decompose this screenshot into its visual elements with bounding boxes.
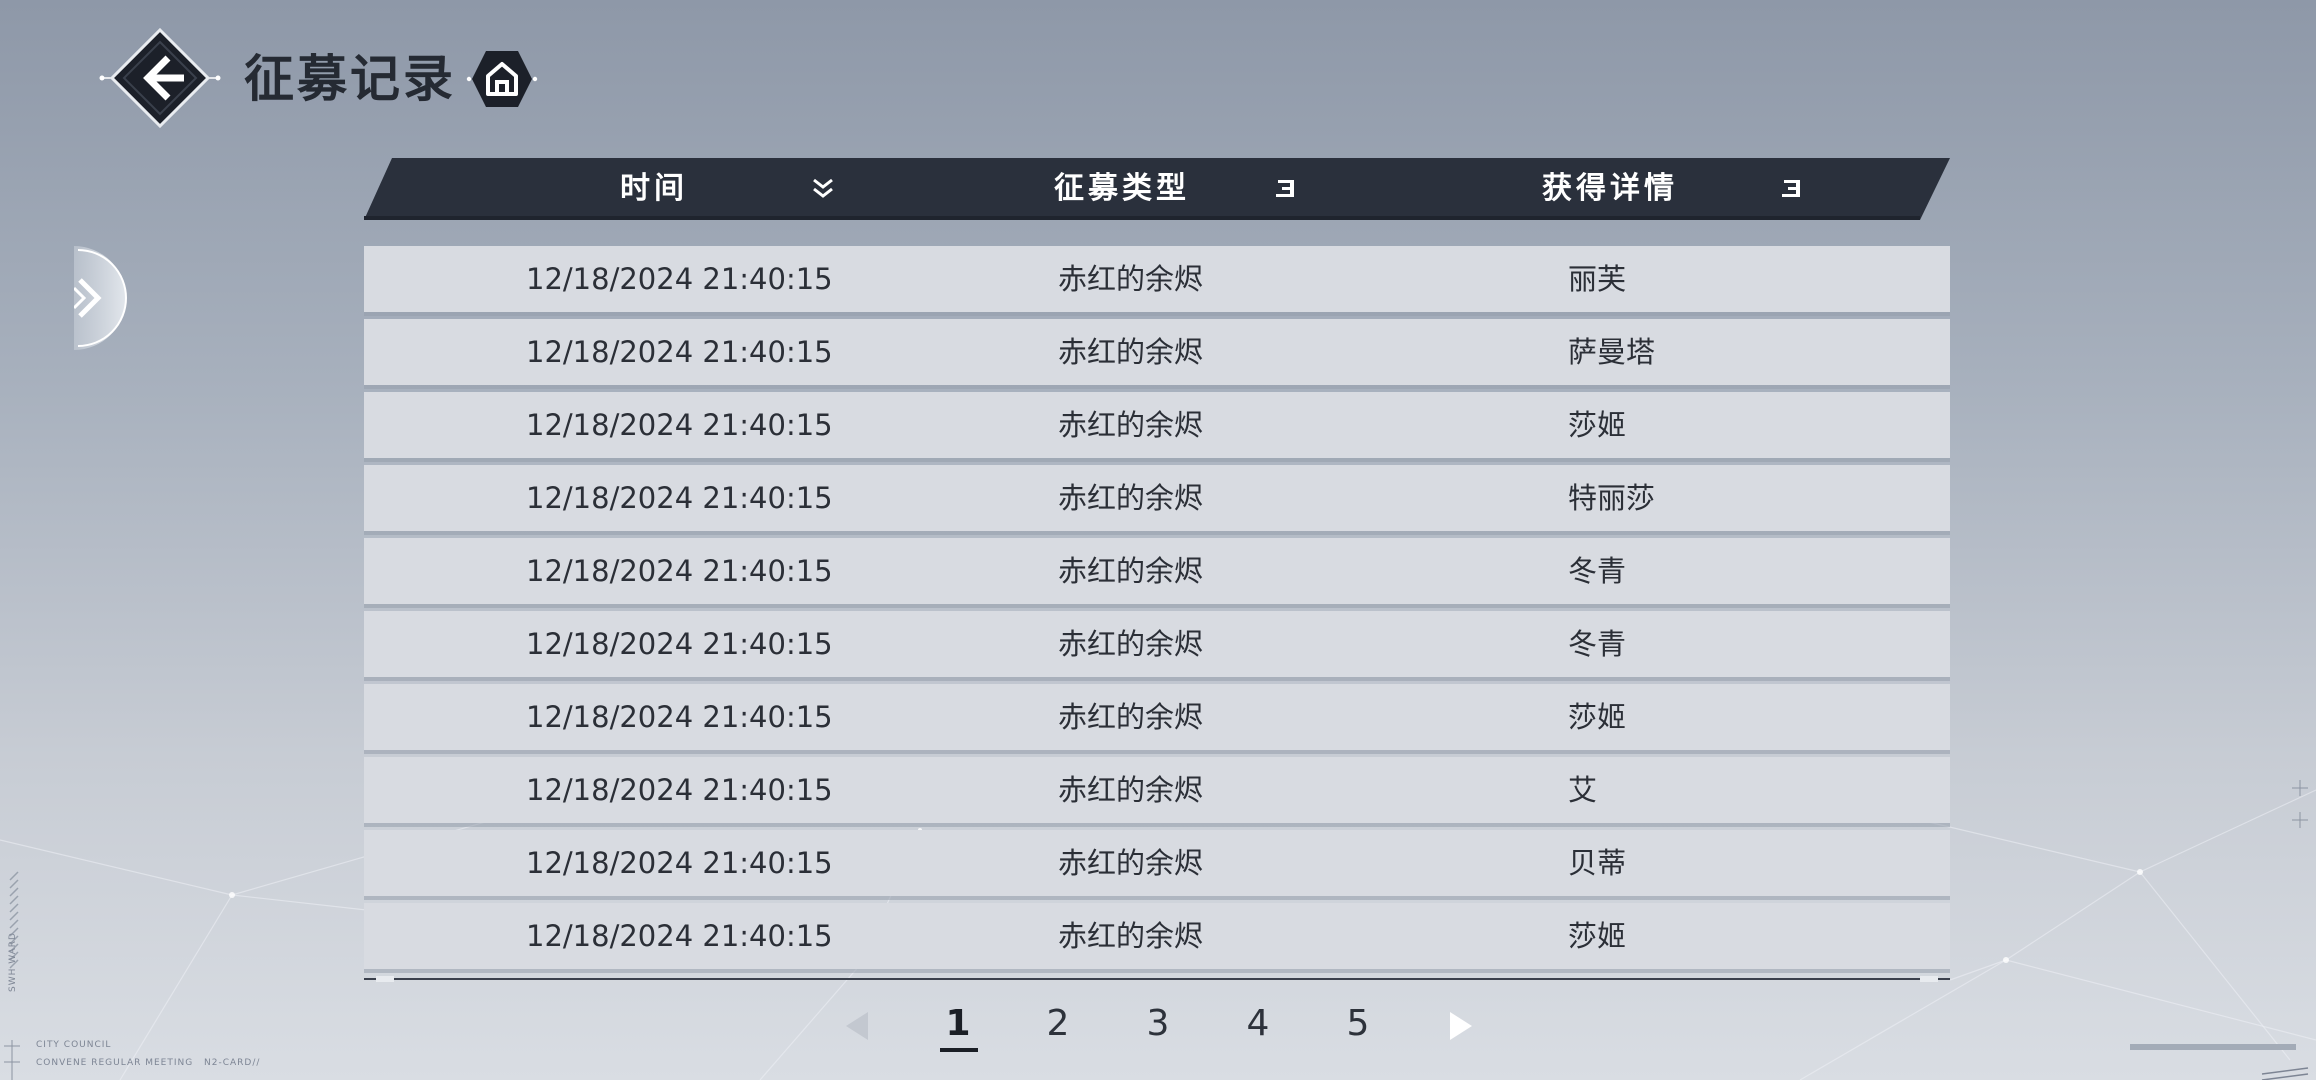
next-page-icon[interactable] xyxy=(1440,1006,1480,1046)
cell-type: 赤红的余烬 xyxy=(1058,700,1204,734)
cell-detail: 贝蒂 xyxy=(1568,846,1627,880)
page-2[interactable]: 2 xyxy=(1028,996,1088,1052)
cell-time: 12/18/2024 21:40:15 xyxy=(526,919,833,953)
home-button[interactable] xyxy=(466,48,538,110)
chevron-right-icon xyxy=(72,246,127,350)
cell-time: 12/18/2024 21:40:15 xyxy=(526,700,833,734)
column-header-time[interactable]: 时间 xyxy=(620,158,688,220)
table-row: 12/18/2024 21:40:15 赤红的余烬 萨曼塔 xyxy=(364,319,1950,385)
page-title: 征募记录 xyxy=(244,50,456,108)
cell-time: 12/18/2024 21:40:15 xyxy=(526,773,833,807)
back-button[interactable] xyxy=(98,27,222,129)
cell-detail: 丽芙 xyxy=(1568,262,1627,296)
table-row: 12/18/2024 21:40:15 赤红的余烬 冬青 xyxy=(364,611,1950,677)
cell-type: 赤红的余烬 xyxy=(1058,773,1204,807)
table-bottom-line xyxy=(364,978,1950,980)
page-3[interactable]: 3 xyxy=(1128,996,1188,1052)
page-5[interactable]: 5 xyxy=(1328,996,1388,1052)
table-row: 12/18/2024 21:40:15 赤红的余烬 艾 xyxy=(364,757,1950,823)
back-arrow-icon xyxy=(99,27,221,129)
deco-left-vertical: SWH WARD xyxy=(8,932,18,992)
table-row: 12/18/2024 21:40:15 赤红的余烬 丽芙 xyxy=(364,246,1950,312)
filter-lines-icon[interactable] xyxy=(1272,176,1298,202)
table-row: 12/18/2024 21:40:15 赤红的余烬 冬青 xyxy=(364,538,1950,604)
cell-detail: 莎姬 xyxy=(1568,919,1627,953)
double-chevron-down-icon[interactable] xyxy=(810,176,836,202)
cell-type: 赤红的余烬 xyxy=(1058,846,1204,880)
prev-page-icon[interactable] xyxy=(838,1006,878,1046)
table-bottom-marker xyxy=(1920,976,1938,982)
cell-time: 12/18/2024 21:40:15 xyxy=(526,408,833,442)
cell-detail: 冬青 xyxy=(1568,627,1627,661)
home-icon xyxy=(466,51,538,107)
filter-lines-icon[interactable] xyxy=(1778,176,1804,202)
cell-type: 赤红的余烬 xyxy=(1058,554,1204,588)
table-row: 12/18/2024 21:40:15 赤红的余烬 莎姬 xyxy=(364,684,1950,750)
table-row: 12/18/2024 21:40:15 赤红的余烬 莎姬 xyxy=(364,392,1950,458)
table-header: 时间 征募类型 获得详情 xyxy=(364,158,1950,220)
cell-time: 12/18/2024 21:40:15 xyxy=(526,554,833,588)
cell-detail: 萨曼塔 xyxy=(1568,335,1656,369)
cell-detail: 莎姬 xyxy=(1568,408,1627,442)
column-header-type[interactable]: 征募类型 xyxy=(1054,158,1190,220)
column-header-detail[interactable]: 获得详情 xyxy=(1542,158,1678,220)
cell-time: 12/18/2024 21:40:15 xyxy=(526,335,833,369)
cell-type: 赤红的余烬 xyxy=(1058,262,1204,296)
table-row: 12/18/2024 21:40:15 赤红的余烬 特丽莎 xyxy=(364,465,1950,531)
deco-left-line-2: CONVENE REGULAR MEETING xyxy=(36,1058,194,1068)
deco-left-line-1: CITY COUNCIL xyxy=(36,1040,112,1050)
table-row: 12/18/2024 21:40:15 赤红的余烬 莎姬 xyxy=(364,903,1950,969)
cell-detail: 特丽莎 xyxy=(1568,481,1656,515)
cell-type: 赤红的余烬 xyxy=(1058,481,1204,515)
cell-type: 赤红的余烬 xyxy=(1058,919,1204,953)
cell-time: 12/18/2024 21:40:15 xyxy=(526,262,833,296)
cell-type: 赤红的余烬 xyxy=(1058,335,1204,369)
cell-type: 赤红的余烬 xyxy=(1058,627,1204,661)
table-row: 12/18/2024 21:40:15 赤红的余烬 贝蒂 xyxy=(364,830,1950,896)
cell-time: 12/18/2024 21:40:15 xyxy=(526,846,833,880)
side-expand-tab[interactable] xyxy=(72,246,132,350)
cell-time: 12/18/2024 21:40:15 xyxy=(526,481,833,515)
current-page-indicator xyxy=(940,1048,978,1052)
deco-left-line-3: N2-CARD// xyxy=(204,1058,261,1068)
cell-detail: 莎姬 xyxy=(1568,700,1627,734)
cell-type: 赤红的余烬 xyxy=(1058,408,1204,442)
page-1[interactable]: 1 xyxy=(928,996,988,1052)
table-bottom-marker xyxy=(376,976,394,982)
cell-detail: 冬青 xyxy=(1568,554,1627,588)
page-4[interactable]: 4 xyxy=(1228,996,1288,1052)
cell-detail: 艾 xyxy=(1568,773,1598,807)
cell-time: 12/18/2024 21:40:15 xyxy=(526,627,833,661)
